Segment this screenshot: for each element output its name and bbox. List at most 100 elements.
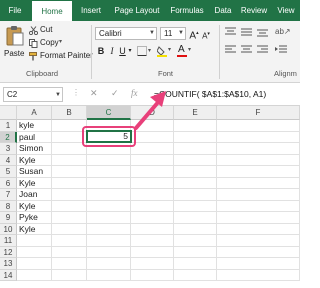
cell-f1[interactable]	[217, 120, 300, 132]
cell-b6[interactable]	[52, 177, 87, 189]
cell-c9[interactable]	[87, 212, 131, 224]
cell-f9[interactable]	[217, 212, 300, 224]
align-middle-button[interactable]	[241, 27, 253, 39]
cell-e1[interactable]	[174, 120, 217, 132]
cell-c8[interactable]	[87, 200, 131, 212]
cell-c13[interactable]	[87, 258, 131, 270]
cell-b8[interactable]	[52, 200, 87, 212]
tab-data[interactable]: Data	[210, 0, 236, 21]
cut-button[interactable]: Cut	[29, 25, 63, 36]
row-header-1[interactable]: 1	[0, 120, 17, 132]
row-header-7[interactable]: 7	[0, 189, 17, 201]
row-header-10[interactable]: 10	[0, 223, 17, 235]
underline-dropdown-icon[interactable]: ▾	[127, 45, 133, 57]
cell-a7[interactable]: Joan	[17, 189, 52, 201]
cell-a8[interactable]: Kyle	[17, 200, 52, 212]
cell-a9[interactable]: Pyke	[17, 212, 52, 224]
borders-button[interactable]: ▾	[137, 46, 153, 57]
cell-d5[interactable]	[131, 166, 174, 178]
cell-a6[interactable]: Kyle	[17, 177, 52, 189]
format-painter-button[interactable]: Format Painter	[29, 51, 93, 62]
cell-a5[interactable]: Susan	[17, 166, 52, 178]
cell-b11[interactable]	[52, 235, 87, 247]
cell-d9[interactable]	[131, 212, 174, 224]
cell-f3[interactable]	[217, 143, 300, 155]
cell-c10[interactable]	[87, 223, 131, 235]
cell-e5[interactable]	[174, 166, 217, 178]
cell-e14[interactable]	[174, 269, 217, 281]
row-header-2[interactable]: 2	[0, 131, 17, 143]
cell-a14[interactable]	[17, 269, 52, 281]
cell-c4[interactable]	[87, 154, 131, 166]
cell-b9[interactable]	[52, 212, 87, 224]
cell-c5[interactable]	[87, 166, 131, 178]
cell-d7[interactable]	[131, 189, 174, 201]
row-header-14[interactable]: 14	[0, 269, 17, 281]
copy-dropdown-icon[interactable]: ▾	[59, 38, 62, 45]
paste-button[interactable]: Paste	[4, 25, 26, 61]
cell-c11[interactable]	[87, 235, 131, 247]
cell-f8[interactable]	[217, 200, 300, 212]
cell-a3[interactable]: Simon	[17, 143, 52, 155]
cell-e7[interactable]	[174, 189, 217, 201]
cell-b10[interactable]	[52, 223, 87, 235]
cell-e3[interactable]	[174, 143, 217, 155]
name-box[interactable]: C2 ▼	[3, 87, 63, 102]
column-header-a[interactable]: A	[17, 106, 52, 120]
row-header-11[interactable]: 11	[0, 235, 17, 247]
cell-e4[interactable]	[174, 154, 217, 166]
cell-f2[interactable]	[217, 131, 300, 143]
cell-d10[interactable]	[131, 223, 174, 235]
cell-a1[interactable]: kyle	[17, 120, 52, 132]
insert-function-icon[interactable]: fx	[131, 88, 138, 98]
cell-f11[interactable]	[217, 235, 300, 247]
cell-a11[interactable]	[17, 235, 52, 247]
formula-input[interactable]: =COUNTIF( $A$1:$A$10, A1)	[151, 87, 300, 102]
cell-e6[interactable]	[174, 177, 217, 189]
align-bottom-button[interactable]	[257, 27, 269, 39]
cell-e10[interactable]	[174, 223, 217, 235]
cell-d4[interactable]	[131, 154, 174, 166]
cell-f10[interactable]	[217, 223, 300, 235]
row-header-8[interactable]: 8	[0, 200, 17, 212]
copy-button[interactable]: Copy ▾	[29, 38, 65, 49]
cell-e8[interactable]	[174, 200, 217, 212]
cell-d2[interactable]	[131, 131, 174, 143]
cell-f5[interactable]	[217, 166, 300, 178]
column-header-b[interactable]: B	[52, 106, 87, 120]
row-header-5[interactable]: 5	[0, 166, 17, 178]
cell-a4[interactable]: Kyle	[17, 154, 52, 166]
cell-d6[interactable]	[131, 177, 174, 189]
cell-e11[interactable]	[174, 235, 217, 247]
align-top-button[interactable]	[225, 27, 237, 39]
italic-button[interactable]: I	[108, 45, 116, 57]
cell-e12[interactable]	[174, 246, 217, 258]
align-right-button[interactable]	[257, 45, 269, 57]
orientation-button[interactable]: ab↗	[275, 27, 291, 39]
cell-b13[interactable]	[52, 258, 87, 270]
cell-d3[interactable]	[131, 143, 174, 155]
cell-b4[interactable]	[52, 154, 87, 166]
underline-button[interactable]: U	[118, 45, 127, 57]
bold-button[interactable]: B	[96, 45, 106, 57]
select-all-corner[interactable]	[0, 106, 17, 120]
cell-d8[interactable]	[131, 200, 174, 212]
cell-f12[interactable]	[217, 246, 300, 258]
font-color-button[interactable]: A ▾	[177, 44, 193, 58]
cell-d14[interactable]	[131, 269, 174, 281]
cell-c7[interactable]	[87, 189, 131, 201]
cell-d11[interactable]	[131, 235, 174, 247]
cell-c14[interactable]	[87, 269, 131, 281]
column-header-c[interactable]: C	[87, 106, 131, 120]
tab-page-layout[interactable]: Page Layout	[110, 0, 164, 21]
cell-d12[interactable]	[131, 246, 174, 258]
cell-d13[interactable]	[131, 258, 174, 270]
cell-b7[interactable]	[52, 189, 87, 201]
cell-a2[interactable]: paul	[17, 131, 52, 143]
row-header-4[interactable]: 4	[0, 154, 17, 166]
cell-b12[interactable]	[52, 246, 87, 258]
cell-f4[interactable]	[217, 154, 300, 166]
decrease-font-size-button[interactable]: A▾	[201, 28, 211, 43]
tab-view[interactable]: View	[272, 0, 300, 21]
cell-b14[interactable]	[52, 269, 87, 281]
